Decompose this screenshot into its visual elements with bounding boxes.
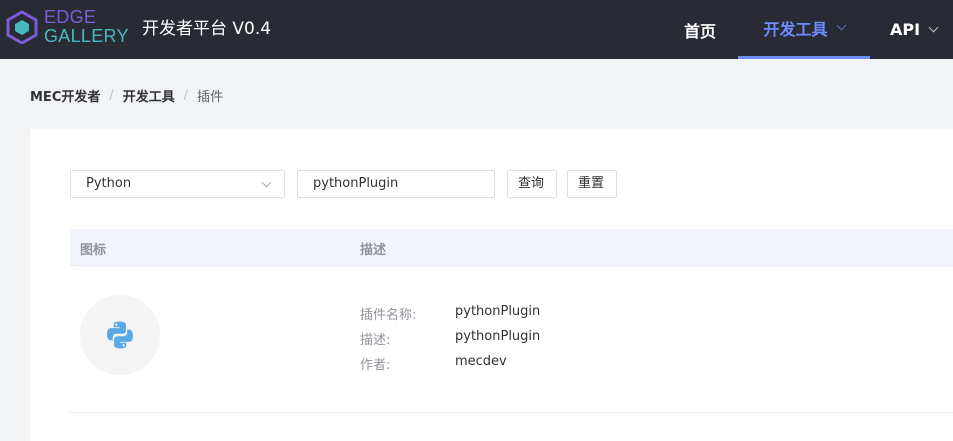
nav-home-label: 首页 [683,21,716,41]
field-label: 插件名称: [360,308,417,323]
plugin-description-line: 描述: pythonPlugin [360,329,540,354]
query-button[interactable]: 查询 [507,170,557,198]
field-label: 作者: [360,358,391,373]
table-header: 图标 描述 [70,229,953,266]
plugin-description-value: pythonPlugin [455,329,541,344]
breadcrumb: MEC开发者 / 开发工具 / 插件 [30,86,223,105]
nav-home[interactable]: 首页 [672,0,728,59]
table-row[interactable]: 插件名称: pythonPlugin 描述: pythonPlugin 作者: … [70,266,953,413]
plugin-panel: Python pythonPlugin 查询 重置 图标 描述 插件名称: py… [30,129,953,441]
platform-title: 开发者平台 V0.4 [142,19,272,39]
plugin-icon [80,295,160,375]
plugin-name-line: 插件名称: pythonPlugin [360,304,540,329]
column-header-icon: 图标 [80,243,107,258]
language-select-value: Python [86,176,132,191]
plugin-search-value: pythonPlugin [313,176,399,191]
breadcrumb-separator: / [183,88,189,103]
reset-button[interactable]: 重置 [567,170,617,198]
cube-logo-icon [6,10,38,44]
breadcrumb-dev-tools[interactable]: 开发工具 [123,86,175,105]
column-header-description: 描述 [360,243,387,258]
language-select[interactable]: Python [70,170,285,198]
breadcrumb-separator: / [109,88,114,103]
plugin-author-line: 作者: mecdev [360,354,540,379]
logo-text-gallery: GALLERY [44,26,129,46]
edgegallery-logo[interactable]: EDGE GALLERY [6,7,129,47]
field-label: 描述: [360,333,391,348]
plugin-search-input[interactable]: pythonPlugin [297,170,495,198]
nav-api-label: API [890,20,921,39]
plugin-info: 插件名称: pythonPlugin 描述: pythonPlugin 作者: … [360,304,540,379]
nav-dev-tools-label: 开发工具 [763,20,828,39]
nav-dev-tools[interactable]: 开发工具 [738,0,870,59]
logo-text: EDGE GALLERY [44,8,129,46]
breadcrumb-current: 插件 [197,90,224,105]
top-navbar: EDGE GALLERY 开发者平台 V0.4 首页 开发工具 API [0,0,953,59]
chevron-down-icon [836,20,846,31]
python-logo-icon [107,321,133,349]
nav-api[interactable]: API [880,0,953,59]
chevron-down-icon [261,177,272,188]
breadcrumb-root[interactable]: MEC开发者 [30,86,100,105]
logo-text-edge: EDGE [44,7,97,27]
plugin-author-value: mecdev [455,354,507,369]
chevron-down-icon [928,22,939,32]
plugin-name-value: pythonPlugin [455,304,541,319]
